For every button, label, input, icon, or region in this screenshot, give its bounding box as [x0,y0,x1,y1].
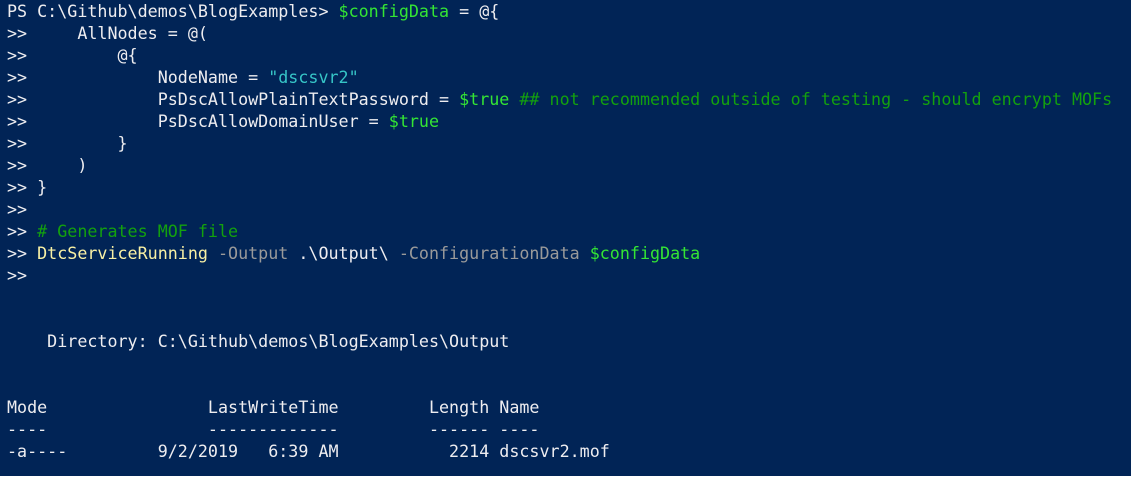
token-variable: $configData [338,1,450,21]
comment-line: >> # Generates MOF file [7,220,1112,242]
token-default: >> @{ [7,45,138,65]
token-default: .\Output\ [288,243,389,263]
table-header-row: Mode LastWriteTime Length Name [7,396,1112,418]
token-default: >> [7,265,28,285]
window-bottom-edge [0,476,1131,481]
table-divider-row: ---- ------------- ------ ---- [7,418,1112,440]
allnodes-close-line: >> ) [7,154,1112,176]
token-variable: $configData [589,243,701,263]
token-variable: $true [388,111,440,131]
token-default: >> PsDscAllowPlainTextPassword = [7,89,460,109]
token-default: ---- ------------- ------ ---- [7,419,540,439]
console-output: PS C:\Github\demos\BlogExamples> $config… [7,0,1112,462]
token-default: = @{ [449,1,500,21]
node-open-line: >> @{ [7,44,1112,66]
table-row: -a---- 9/2/2019 6:39 AM 2214 dscsvr2.mof [7,440,1112,462]
token-default: >> NodeName = [7,67,269,87]
allnodes-line: >> AllNodes = @( [7,22,1112,44]
continuation-line: >> [7,264,1112,286]
token-default [580,243,590,263]
token-default: -a---- 9/2/2019 6:39 AM 2214 dscsvr2.mof [7,441,610,461]
node-close-line: >> } [7,132,1112,154]
token-default: >> } [7,133,128,153]
configdata-close-line: >> } [7,176,1112,198]
token-comment: # Generates MOF file [37,221,239,241]
token-default: >> [7,243,38,263]
powershell-console[interactable]: PS C:\Github\demos\BlogExamples> $config… [0,0,1131,481]
token-default: >> AllNodes = @( [7,23,208,43]
nodename-line: >> NodeName = "dscsvr2" [7,66,1112,88]
token-default: >> [7,199,28,219]
token-parameter: -Output [207,243,289,263]
prompt-line-configdata: PS C:\Github\demos\BlogExamples> $config… [7,0,1112,22]
token-default: >> ) [7,155,88,175]
domain-user-line: >> PsDscAllowDomainUser = $true [7,110,1112,132]
token-default: PS C:\Github\demos\BlogExamples> [7,1,339,21]
token-default: Mode LastWriteTime Length Name [7,397,540,417]
token-parameter: -ConfigurationData [388,243,580,263]
plaintext-password-line: >> PsDscAllowPlainTextPassword = $true #… [7,88,1112,110]
token-command: DtcServiceRunning [37,243,208,263]
token-default: >> } [7,177,48,197]
token-string: "dscsvr2" [268,67,359,87]
directory-line: Directory: C:\Github\demos\BlogExamples\… [7,330,1112,352]
command-line: >> DtcServiceRunning -Output .\Output\ -… [7,242,1112,264]
token-default: Directory: C:\Github\demos\BlogExamples\… [7,331,510,351]
token-default: >> [7,221,38,241]
token-comment: ## not recommended outside of testing - … [509,89,1113,109]
continuation-line: >> [7,198,1112,220]
token-variable: $true [459,89,510,109]
token-default: >> PsDscAllowDomainUser = [7,111,389,131]
